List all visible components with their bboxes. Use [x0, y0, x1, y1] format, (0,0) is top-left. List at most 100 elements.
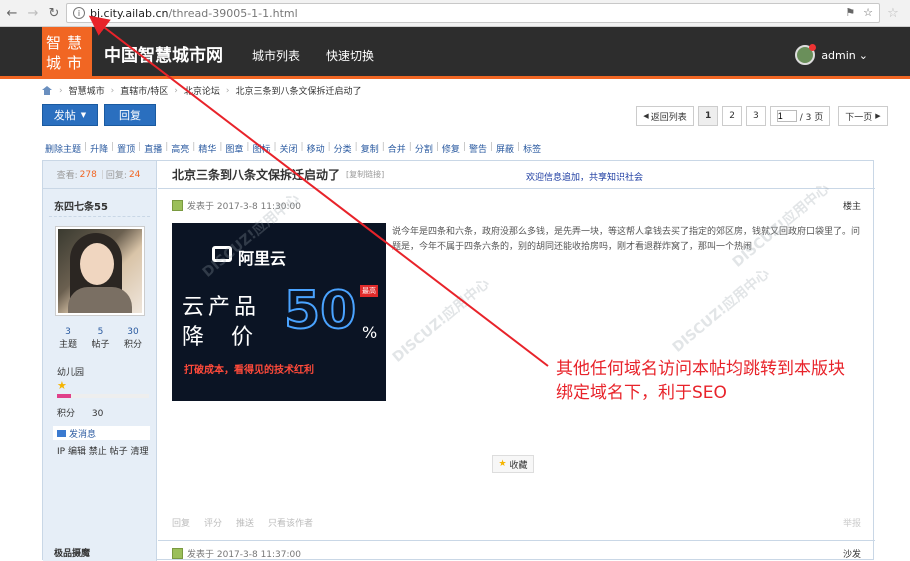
- thread-title[interactable]: 北京三条到八条文保拆迁启动了: [172, 166, 340, 183]
- mod-action[interactable]: 修复: [439, 142, 463, 155]
- page-2[interactable]: 2: [722, 106, 742, 126]
- credits-count: 30: [127, 327, 139, 337]
- points-label: 积分: [57, 409, 76, 419]
- report-link[interactable]: 举报: [843, 516, 861, 529]
- author-avatar[interactable]: [55, 226, 145, 316]
- send-message-label: 发消息: [69, 429, 97, 440]
- reply-label: 回复: [119, 109, 141, 122]
- mod-action[interactable]: 删除主题: [42, 142, 84, 155]
- avatar[interactable]: [795, 44, 817, 65]
- action-push[interactable]: 推送: [236, 516, 254, 529]
- chevron-down-icon: ⌄: [858, 48, 868, 62]
- mod-action[interactable]: 标签: [520, 142, 544, 155]
- mod-action[interactable]: 屏蔽: [493, 142, 517, 155]
- mod-action[interactable]: 高亮: [168, 142, 192, 155]
- mod-action[interactable]: 直播: [141, 142, 165, 155]
- reply-button[interactable]: 回复: [104, 104, 156, 126]
- back-to-list-button[interactable]: ◀ 返回列表: [636, 106, 694, 126]
- new-post-button[interactable]: 发帖 ▼: [42, 104, 98, 126]
- breadcrumb-item[interactable]: 北京三条到八条文保拆迁启动了: [236, 84, 362, 97]
- online-icon: [172, 200, 183, 211]
- ad-big-number: 50: [283, 280, 357, 342]
- mod-action[interactable]: 图标: [249, 142, 273, 155]
- site-header: 智慧城市 中国智慧城市网 城市列表 快速切换 admin ⌄: [0, 27, 910, 79]
- envelope-icon: [57, 429, 66, 437]
- action-rate[interactable]: 评分: [204, 516, 222, 529]
- mod-action[interactable]: 移动: [304, 142, 328, 155]
- chevron-down-icon: ▼: [80, 111, 87, 119]
- points-row: 积分 30: [57, 406, 103, 419]
- user-group[interactable]: 幼儿园: [57, 365, 84, 378]
- breadcrumb-item[interactable]: 北京论坛: [184, 84, 220, 97]
- reload-icon[interactable]: ↻: [45, 4, 63, 22]
- mod-action[interactable]: 合并: [385, 142, 409, 155]
- replies-count: 24: [128, 169, 141, 180]
- ad-percent: %: [362, 323, 378, 342]
- action-reply[interactable]: 回复: [172, 516, 190, 529]
- author-stats: 3 主题 5 帖子 30 积分: [53, 327, 148, 350]
- author-sidebar: 查看: 278 | 回复: 24 东四七条55 3 主题 5 帖子 30 积分 幼儿园…: [43, 161, 157, 561]
- mod-action[interactable]: 警告: [466, 142, 490, 155]
- breadcrumb-item[interactable]: 智慧城市: [69, 84, 105, 97]
- page-3[interactable]: 3: [746, 106, 766, 126]
- page-1[interactable]: 1: [698, 106, 719, 126]
- mod-action[interactable]: 复制: [358, 142, 382, 155]
- next-page-button[interactable]: 下一页 ▶: [838, 106, 888, 126]
- mod-action[interactable]: 置顶: [114, 142, 138, 155]
- username: admin: [821, 48, 856, 62]
- ad-line2: 降 价: [182, 325, 263, 350]
- extension-star-icon[interactable]: ☆: [884, 4, 902, 22]
- mod-action[interactable]: 关闭: [277, 142, 301, 155]
- user-menu[interactable]: admin ⌄: [795, 44, 868, 65]
- forward-icon[interactable]: →: [24, 4, 42, 22]
- mod-action[interactable]: 精华: [195, 142, 219, 155]
- topics-stat[interactable]: 3 主题: [53, 327, 83, 350]
- site-logo[interactable]: 智慧城市: [42, 27, 92, 79]
- mod-action[interactable]: 分割: [412, 142, 436, 155]
- site-name[interactable]: 中国智慧城市网: [104, 41, 223, 66]
- floor-label[interactable]: 沙发: [843, 547, 861, 560]
- credits-stat[interactable]: 30 积分: [118, 327, 148, 350]
- topics-label: 主题: [58, 340, 77, 350]
- copy-link[interactable]: [复制链接]: [346, 169, 384, 180]
- mod-action[interactable]: 图章: [222, 142, 246, 155]
- admin-links[interactable]: IP 编辑 禁止 帖子 清理: [57, 444, 149, 457]
- page-jump-input[interactable]: [776, 110, 797, 122]
- page-total: / 3 页: [799, 112, 824, 123]
- star-icon: ★: [498, 459, 507, 469]
- info-icon[interactable]: i: [73, 7, 85, 19]
- url-host: bj.city.ailab.cn: [90, 6, 169, 20]
- posts-count: 5: [97, 327, 104, 337]
- topics-count: 3: [65, 327, 71, 337]
- translate-icon[interactable]: ⚑: [845, 6, 855, 19]
- nav-quick-switch[interactable]: 快速切换: [326, 47, 374, 64]
- ad-brand: 阿里云: [238, 249, 287, 268]
- mod-action[interactable]: 升降: [87, 142, 111, 155]
- bookmark-star-icon[interactable]: ☆: [863, 6, 873, 19]
- ad-banner[interactable]: 阿里云 云产品 降 价 50 最高 % 打破成本，看得见的技术红利: [172, 223, 386, 401]
- ad-line1: 云产品: [182, 295, 261, 320]
- moderation-bar: 删除主题 | 升降 | 置顶 | 直播 | 高亮 | 精华 | 图章 | 图标 | 关闭 | 移动…: [42, 142, 544, 155]
- replies-label: 回复:: [105, 171, 127, 181]
- views-label: 查看:: [56, 171, 78, 181]
- mod-action[interactable]: 分类: [331, 142, 355, 155]
- breadcrumb: › 智慧城市 › 直辖市/特区 › 北京论坛 › 北京三条到八条文保拆迁启动了: [42, 84, 362, 97]
- post-date: 发表于 2017-3-8 11:30:00: [187, 202, 301, 212]
- post-date: 发表于 2017-3-8 11:37:00: [187, 550, 301, 560]
- author-name[interactable]: 东四七条55: [49, 189, 150, 217]
- posts-stat[interactable]: 5 帖子: [86, 327, 116, 350]
- address-bar[interactable]: i bj.city.ailab.cn /thread-39005-1-1.htm…: [66, 3, 880, 23]
- post-actions: 回复 评分 推送 只看该作者: [172, 516, 313, 529]
- action-author-only[interactable]: 只看该作者: [268, 516, 313, 529]
- points-value: 30: [91, 409, 104, 419]
- home-icon[interactable]: [42, 86, 53, 95]
- breadcrumb-item[interactable]: 直辖市/特区: [120, 84, 168, 97]
- level-progress: [57, 394, 149, 398]
- favorite-button[interactable]: ★ 收藏: [492, 455, 534, 473]
- nav-city-list[interactable]: 城市列表: [252, 47, 300, 64]
- send-message-button[interactable]: 发消息: [53, 426, 150, 440]
- back-icon[interactable]: ←: [3, 4, 21, 22]
- floor-label[interactable]: 楼主: [843, 199, 861, 212]
- post-meta: 发表于 2017-3-8 11:37:00: [172, 547, 301, 560]
- post-meta: 发表于 2017-3-8 11:30:00: [172, 199, 301, 212]
